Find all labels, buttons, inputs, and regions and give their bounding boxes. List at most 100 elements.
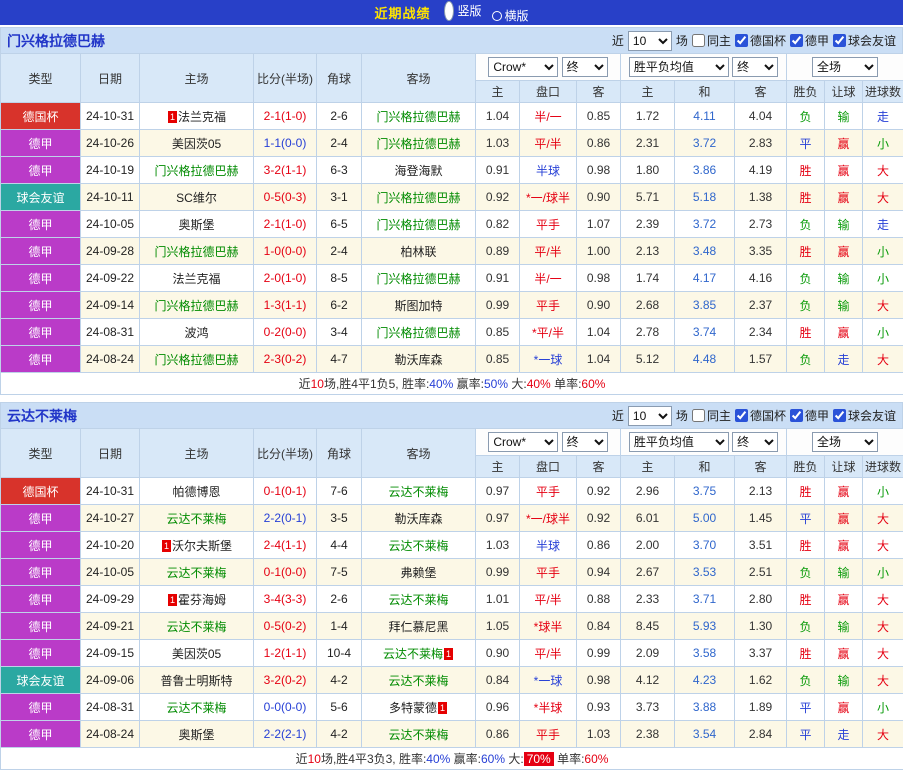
checkbox-bundesliga[interactable] <box>789 409 803 422</box>
summary-segment: 近 <box>298 377 311 391</box>
odds-company-select[interactable]: Crow* <box>488 57 559 77</box>
handicap-result: 赢 <box>824 693 863 721</box>
checkbox-same-home[interactable] <box>691 409 705 422</box>
handicap-away-odds: 0.86 <box>576 531 621 559</box>
odds-final-select[interactable]: 终 <box>561 57 608 77</box>
match-row: 德国杯 24-10-31 帕德博恩 0-1(0-1) 7-6 云达不莱梅 0.97 平手 0.9… <box>0 477 903 505</box>
filter-option-bundesliga[interactable]: 德甲 <box>789 32 829 49</box>
column-header: 类型 <box>0 53 81 103</box>
view-mode-radio-vertical[interactable]: 竖版 <box>444 0 482 21</box>
team-name-text: 多特蒙德 <box>388 700 437 715</box>
filter-option-german-cup[interactable]: 德国杯 <box>734 407 786 424</box>
home-team-name[interactable]: 奥斯堡 <box>139 210 254 238</box>
matches-unit-label: 场 <box>675 409 688 423</box>
away-team-name[interactable]: 门兴格拉德巴赫 <box>361 318 476 346</box>
away-team-name[interactable]: 弗赖堡 <box>361 558 476 586</box>
handicap-away-odds: 0.84 <box>576 612 621 640</box>
odds-company-select[interactable]: Crow* <box>488 432 559 452</box>
summary-segment: 单率: <box>553 752 585 766</box>
match-count-select[interactable]: 10 <box>627 405 672 426</box>
handicap-line: *一球 <box>519 666 577 694</box>
filter-option-german-cup[interactable]: 德国杯 <box>734 32 786 49</box>
handicap-result: 赢 <box>824 477 863 505</box>
home-team-name[interactable]: 云达不莱梅 <box>139 504 254 532</box>
away-team-name[interactable]: 拜仁慕尼黑 <box>361 612 476 640</box>
checkbox-german-cup[interactable] <box>734 34 748 47</box>
home-win-odds: 2.68 <box>620 291 675 319</box>
home-team-name[interactable]: 1 霍芬海姆 <box>139 585 254 613</box>
home-team-name[interactable]: 奥斯堡 <box>139 720 254 748</box>
home-team-name[interactable]: 门兴格拉德巴赫 <box>139 237 254 265</box>
home-team-name[interactable]: 云达不莱梅 <box>139 558 254 586</box>
away-team-name[interactable]: 云达不莱梅 1 <box>361 639 476 667</box>
home-team-name[interactable]: 美因茨05 <box>139 129 254 157</box>
home-team-name[interactable]: 云达不莱梅 <box>139 693 254 721</box>
home-team-name[interactable]: 法兰克福 <box>139 264 254 292</box>
scope-select[interactable]: 全场 <box>812 57 878 77</box>
europe-final-select[interactable]: 终 <box>732 432 779 452</box>
away-team-name[interactable]: 海登海默 <box>361 156 476 184</box>
europe-average-select[interactable]: 胜平负均值 <box>628 57 729 77</box>
home-team-name[interactable]: 云达不莱梅 <box>139 612 254 640</box>
home-team-name[interactable]: 帕德博恩 <box>139 477 254 505</box>
europe-final-select[interactable]: 终 <box>732 57 779 77</box>
away-team-name[interactable]: 勒沃库森 <box>361 504 476 532</box>
away-team-name[interactable]: 门兴格拉德巴赫 <box>361 264 476 292</box>
win-loss-result: 胜 <box>786 639 825 667</box>
filter-option-bundesliga[interactable]: 德甲 <box>789 407 829 424</box>
summary-segment: 50% <box>484 377 509 391</box>
home-team-name[interactable]: 美因茨05 <box>139 639 254 667</box>
away-team-name[interactable]: 勒沃库森 <box>361 345 476 373</box>
home-team-name[interactable]: 1 法兰克福 <box>139 102 254 130</box>
draw-odds: 3.75 <box>674 477 735 505</box>
filter-option-same-home[interactable]: 同主 <box>691 407 731 424</box>
home-team-name[interactable]: 门兴格拉德巴赫 <box>139 345 254 373</box>
odds-final-select[interactable]: 终 <box>561 432 608 452</box>
team-name-text: 云达不莱梅 <box>388 673 449 688</box>
home-team-name[interactable]: 门兴格拉德巴赫 <box>139 291 254 319</box>
away-team-name[interactable]: 云达不莱梅 <box>361 531 476 559</box>
team-name-text: 云达不莱梅 <box>166 565 227 580</box>
filter-option-same-home[interactable]: 同主 <box>691 32 731 49</box>
home-team-name[interactable]: 门兴格拉德巴赫 <box>139 156 254 184</box>
away-team-name[interactable]: 斯图加特 <box>361 291 476 319</box>
home-team-name[interactable]: SC维尔 <box>139 183 254 211</box>
team-name-text: SC维尔 <box>176 190 217 205</box>
column-header: 比分(半场) <box>253 53 317 103</box>
away-win-odds: 2.80 <box>734 585 787 613</box>
away-team-name[interactable]: 门兴格拉德巴赫 <box>361 210 476 238</box>
home-team-name[interactable]: 1 沃尔夫斯堡 <box>139 531 254 559</box>
checkbox-same-home[interactable] <box>691 34 705 47</box>
handicap-line: 半球 <box>519 156 577 184</box>
europe-average-select[interactable]: 胜平负均值 <box>628 432 729 452</box>
match-date: 24-09-29 <box>80 585 140 613</box>
checkbox-club-friendly[interactable] <box>832 409 846 422</box>
away-team-name[interactable]: 云达不莱梅 <box>361 585 476 613</box>
corner-score: 8-5 <box>316 264 362 292</box>
match-type-badge: 球会友谊 <box>0 666 81 694</box>
away-team-name[interactable]: 门兴格拉德巴赫 <box>361 102 476 130</box>
away-team-name[interactable]: 门兴格拉德巴赫 <box>361 183 476 211</box>
away-team-name[interactable]: 云达不莱梅 <box>361 720 476 748</box>
away-team-name[interactable]: 多特蒙德 1 <box>361 693 476 721</box>
checkbox-club-friendly[interactable] <box>832 34 846 47</box>
away-team-name[interactable]: 门兴格拉德巴赫 <box>361 129 476 157</box>
away-team-name[interactable]: 柏林联 <box>361 237 476 265</box>
over-under-result: 大 <box>862 666 903 694</box>
handicap-result: 赢 <box>824 183 863 211</box>
sub-column-header: 进球数 <box>862 455 903 478</box>
view-mode-radio-horizontal[interactable]: 横版 <box>491 7 529 24</box>
away-team-name[interactable]: 云达不莱梅 <box>361 666 476 694</box>
home-team-name[interactable]: 波鸿 <box>139 318 254 346</box>
scope-select[interactable]: 全场 <box>812 432 878 452</box>
match-score: 3-2(1-1) <box>253 156 317 184</box>
filter-option-club-friendly[interactable]: 球会友谊 <box>832 407 896 424</box>
filter-option-club-friendly[interactable]: 球会友谊 <box>832 32 896 49</box>
team-name-text: 法兰克福 <box>172 271 221 286</box>
checkbox-bundesliga[interactable] <box>789 34 803 47</box>
checkbox-german-cup[interactable] <box>734 409 748 422</box>
match-count-select[interactable]: 10 <box>627 30 672 51</box>
home-win-odds: 1.80 <box>620 156 675 184</box>
away-team-name[interactable]: 云达不莱梅 <box>361 477 476 505</box>
home-team-name[interactable]: 普鲁士明斯特 <box>139 666 254 694</box>
